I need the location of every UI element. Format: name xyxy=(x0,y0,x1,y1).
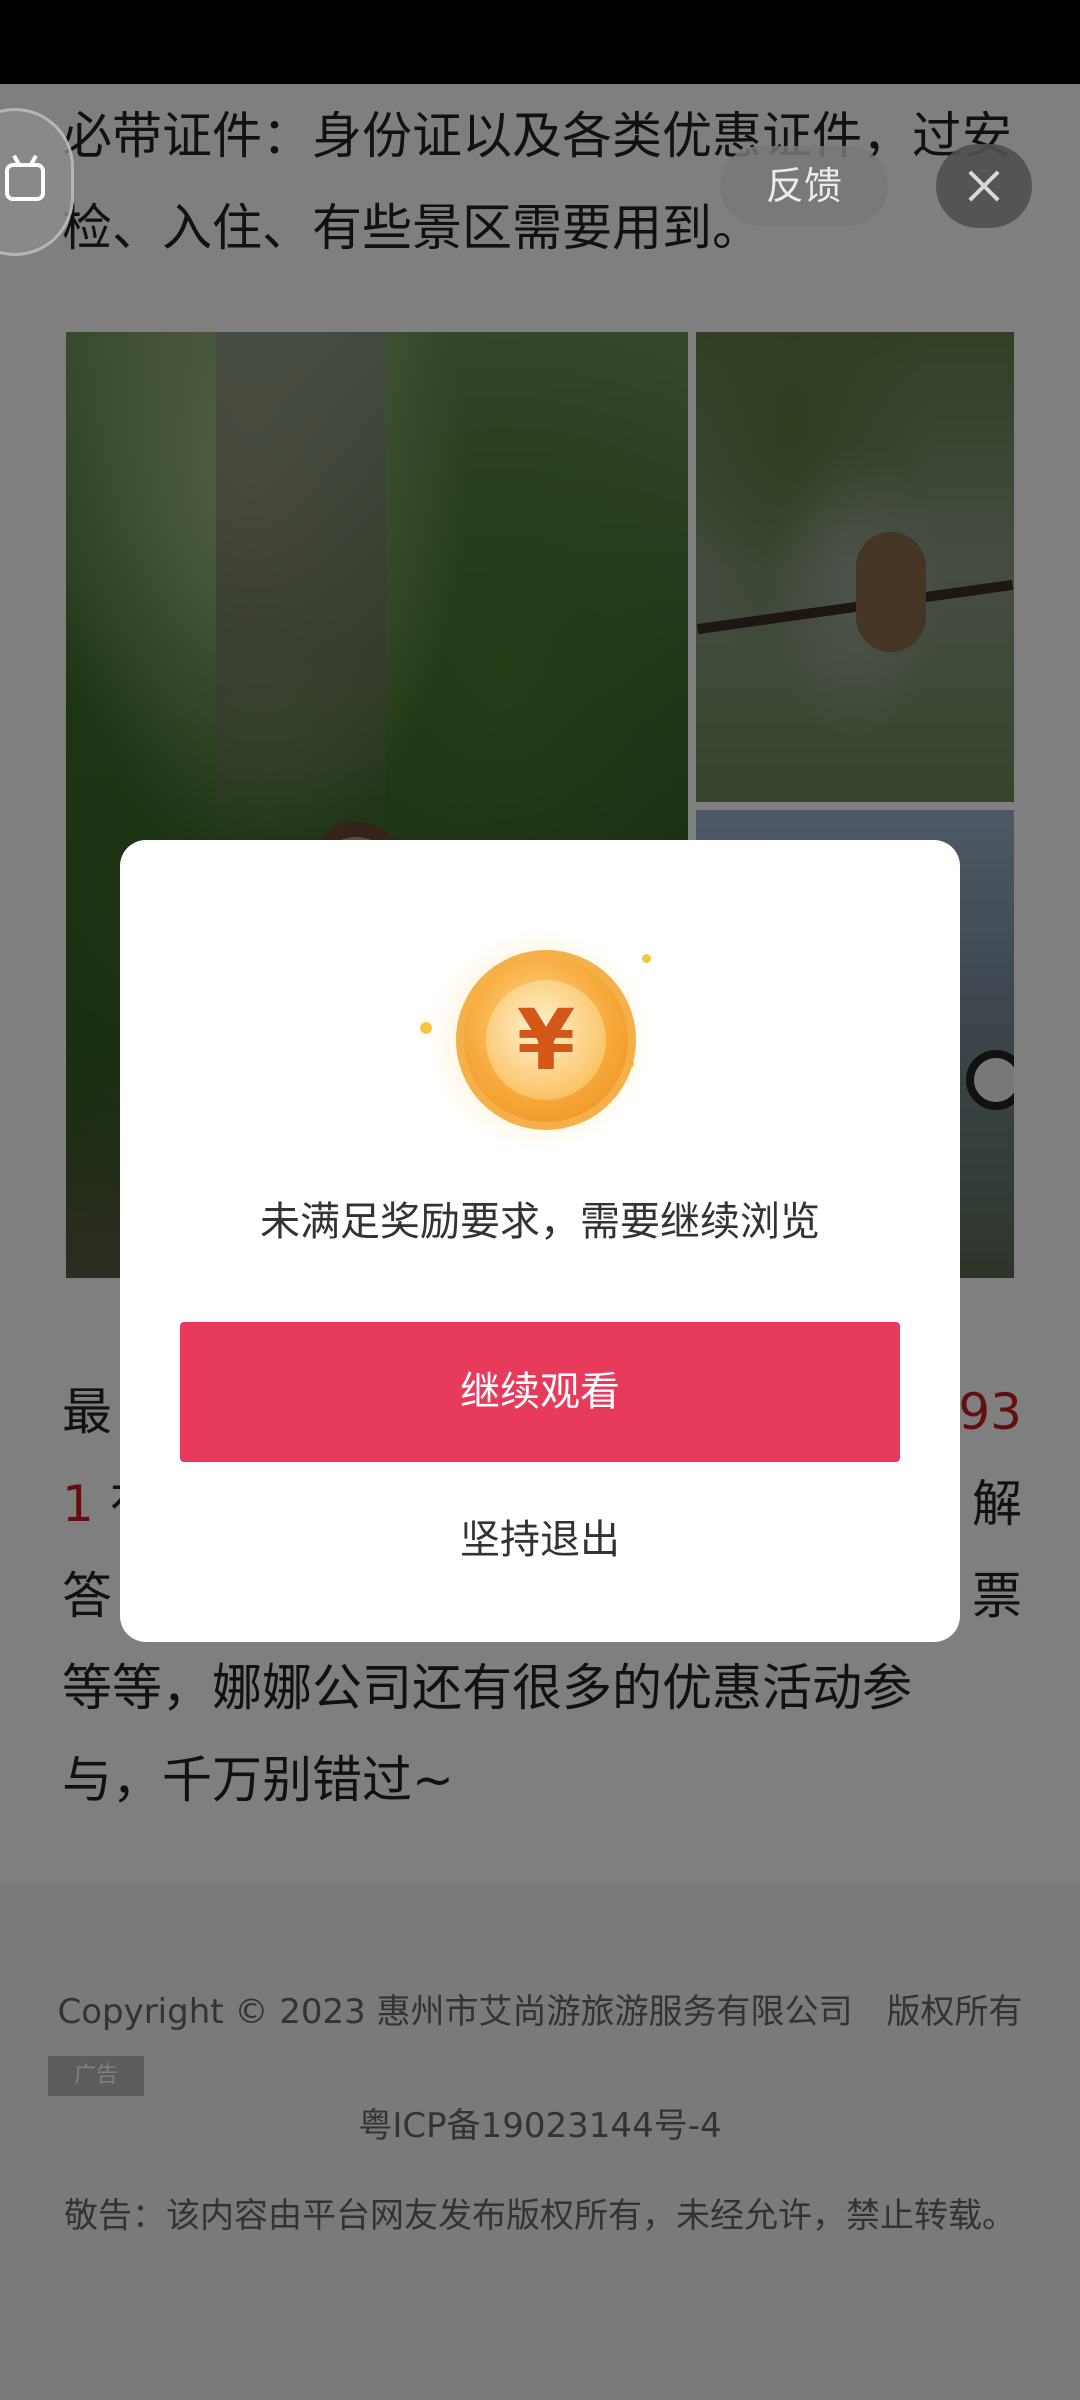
dialog-message: 未满足奖励要求，需要继续浏览 xyxy=(260,1199,820,1245)
yuan-symbol: ¥ xyxy=(486,980,606,1100)
sparkle-icon xyxy=(420,1022,432,1034)
tv-icon xyxy=(5,163,45,201)
reward-dialog: ¥ 未满足奖励要求，需要继续浏览 继续观看 坚持退出 xyxy=(120,840,960,1642)
coin-illustration: ¥ xyxy=(420,930,660,1150)
sparkle-icon xyxy=(642,954,651,963)
status-bar xyxy=(0,0,1080,84)
insist-exit-button[interactable]: 坚持退出 xyxy=(180,1480,900,1600)
continue-watching-button[interactable]: 继续观看 xyxy=(180,1322,900,1462)
yuan-coin-icon: ¥ xyxy=(456,950,636,1130)
close-button[interactable] xyxy=(936,144,1032,228)
feedback-button[interactable]: 反馈 xyxy=(720,146,888,226)
